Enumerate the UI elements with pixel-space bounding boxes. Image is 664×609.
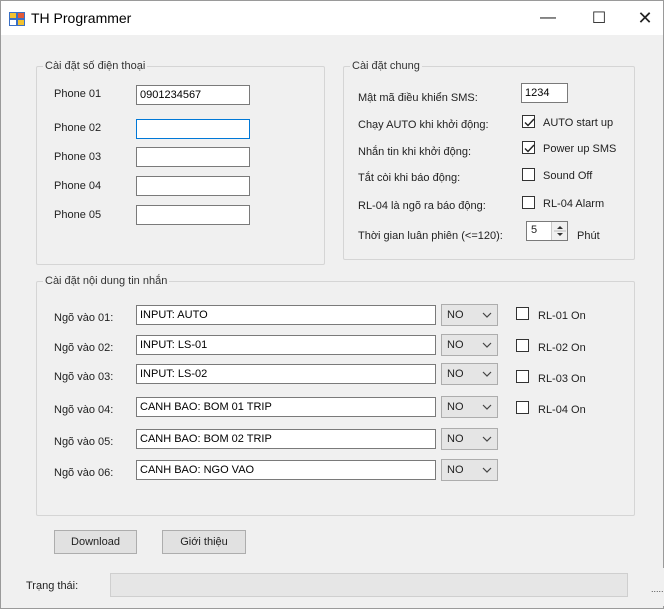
input-02-message[interactable] [136,335,436,355]
input-03-message[interactable] [136,364,436,384]
input-02-label: Ngõ vào 02: [54,342,114,354]
phone-04-label: Phone 04 [54,180,102,192]
chevron-down-icon [482,404,492,410]
rotation-time-unit: Phút [577,230,600,242]
title-bar: TH Programmer — ☐ ✕ [1,1,663,35]
input-06-label: Ngõ vào 06: [54,467,114,479]
phone-03-input[interactable] [136,147,250,167]
input-05-label: Ngõ vào 05: [54,436,114,448]
auto-start-check-label[interactable]: AUTO start up [543,117,613,129]
phone-05-input[interactable] [136,205,250,225]
input-05-mode-select[interactable]: NO [441,428,498,450]
input-03-label: Ngõ vào 03: [54,371,114,383]
window-title: TH Programmer [31,10,132,26]
rl03-label[interactable]: RL-03 On [538,373,586,385]
input-04-mode-value: NO [447,401,464,413]
input-01-mode-select[interactable]: NO [441,304,498,326]
auto-start-checkbox[interactable] [522,115,535,128]
sms-code-input[interactable] [521,83,568,103]
phone-settings-legend: Cài đặt số điện thoại [45,60,146,72]
input-05-message[interactable] [136,429,436,449]
input-06-message[interactable] [136,460,436,480]
rl03-checkbox[interactable] [516,370,529,383]
chevron-down-icon [482,467,492,473]
download-button[interactable]: Download [54,530,137,554]
spin-arrows-icon [554,226,566,236]
power-sms-checkbox[interactable] [522,141,535,154]
power-sms-label: Nhắn tin khi khởi động: [358,146,472,158]
rl04-checkbox[interactable] [516,401,529,414]
phone-01-label: Phone 01 [54,88,102,100]
input-06-mode-select[interactable]: NO [441,459,498,481]
about-button[interactable]: Giới thiệu [162,530,246,554]
input-05-mode-value: NO [447,433,464,445]
rl02-checkbox[interactable] [516,339,529,352]
phone-04-input[interactable] [136,176,250,196]
maximize-button[interactable]: ☐ [576,1,622,35]
chevron-down-icon [482,436,492,442]
rl04-alarm-check-label[interactable]: RL-04 Alarm [543,198,604,210]
power-sms-check-label[interactable]: Power up SMS [543,143,616,155]
chevron-down-icon [482,312,492,318]
general-settings-legend: Cài đặt chung [352,60,420,72]
rl04-label[interactable]: RL-04 On [538,404,586,416]
input-04-mode-select[interactable]: NO [441,396,498,418]
close-button[interactable]: ✕ [622,1,664,35]
app-icon [9,12,25,26]
rl02-label[interactable]: RL-02 On [538,342,586,354]
input-02-mode-value: NO [447,339,464,351]
resize-grip[interactable]: ...... [651,584,664,594]
rotation-time-spinner[interactable]: 5 [526,221,568,241]
input-03-mode-select[interactable]: NO [441,363,498,385]
input-01-label: Ngõ vào 01: [54,312,114,324]
sms-code-label: Mật mã điều khiển SMS: [358,92,478,104]
status-bar: Trạng thái: ...... [2,568,664,606]
rotation-time-value: 5 [531,224,538,236]
phone-03-label: Phone 03 [54,151,102,163]
rotation-time-label: Thời gian luân phiên (<=120): [358,230,503,242]
check-icon [524,118,535,127]
input-03-mode-value: NO [447,368,464,380]
message-settings-legend: Cài đặt nội dung tin nhắn [45,275,168,287]
rl01-label[interactable]: RL-01 On [538,310,586,322]
phone-05-label: Phone 05 [54,209,102,221]
main-window: TH Programmer — ☐ ✕ Cài đặt số điện thoạ… [0,0,664,609]
minimize-button[interactable]: — [525,1,571,35]
phone-02-input[interactable] [136,119,250,139]
spinner-buttons[interactable] [551,222,567,240]
sound-off-checkbox[interactable] [522,168,535,181]
check-icon [524,144,535,153]
phone-01-input[interactable] [136,85,250,105]
chevron-down-icon [482,342,492,348]
auto-start-label: Chạy AUTO khi khởi động: [358,119,489,131]
input-01-message[interactable] [136,305,436,325]
rl04-alarm-label: RL-04 là ngõ ra báo động: [358,200,486,212]
input-02-mode-select[interactable]: NO [441,334,498,356]
rl01-checkbox[interactable] [516,307,529,320]
status-field [110,573,628,597]
phone-02-label: Phone 02 [54,122,102,134]
status-label: Trạng thái: [26,580,79,592]
rl04-alarm-checkbox[interactable] [522,196,535,209]
input-04-message[interactable] [136,397,436,417]
input-01-mode-value: NO [447,309,464,321]
input-04-label: Ngõ vào 04: [54,404,114,416]
sound-off-label: Tắt còi khi báo động: [358,172,461,184]
sound-off-check-label[interactable]: Sound Off [543,170,592,182]
chevron-down-icon [482,371,492,377]
input-06-mode-value: NO [447,464,464,476]
